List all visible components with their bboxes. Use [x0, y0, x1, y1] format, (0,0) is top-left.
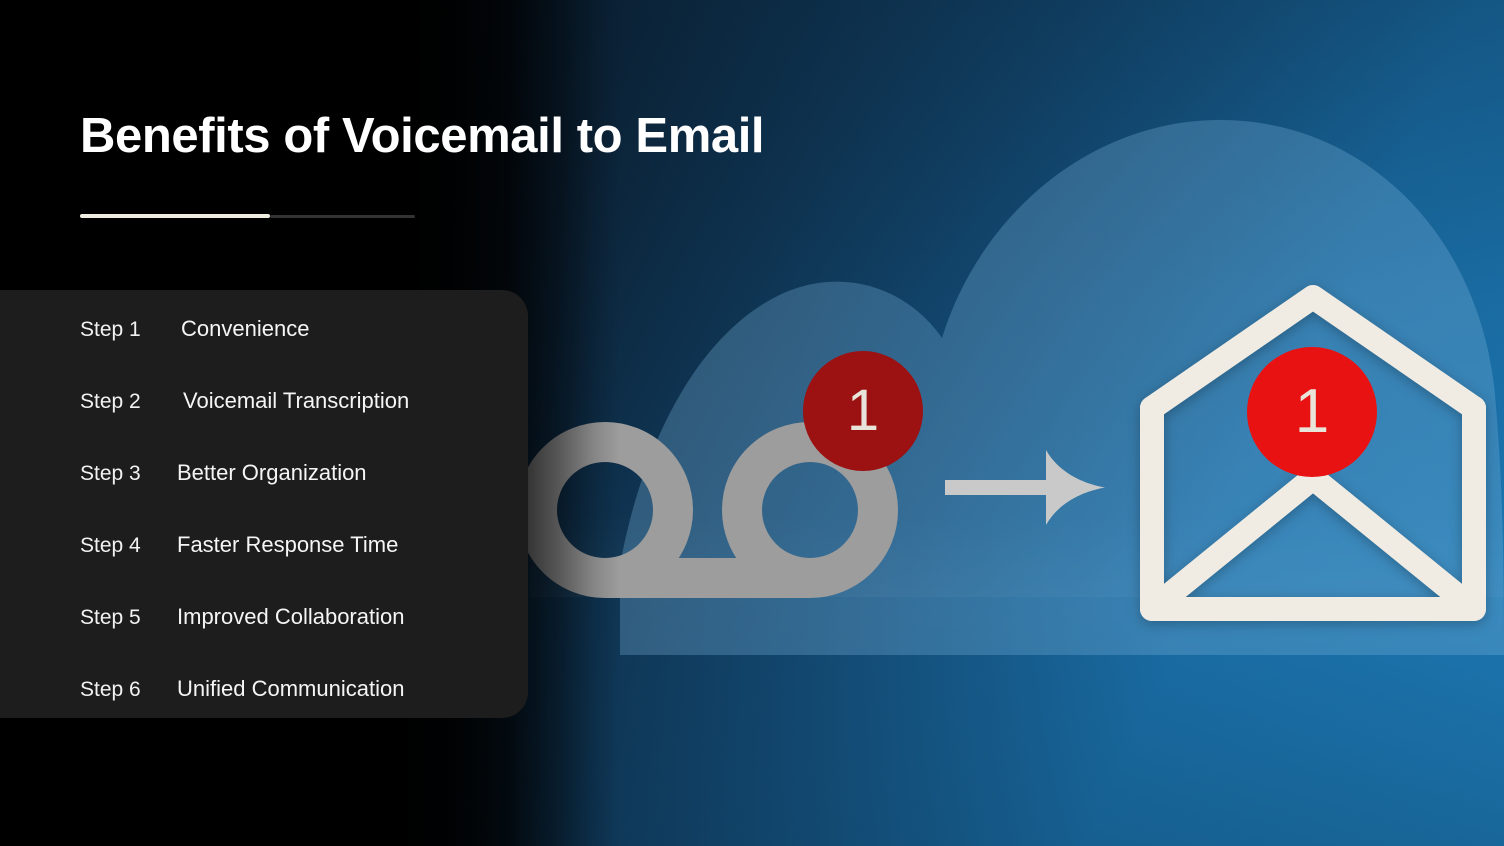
slide-canvas: 1 1 Benefits of Voicemail to Email Step …: [0, 0, 1504, 846]
list-item[interactable]: Step 2 Voicemail Transcription: [80, 388, 409, 414]
steps-list: Step 1 Convenience Step 2 Voicemail Tran…: [0, 290, 528, 718]
step-label: Improved Collaboration: [177, 604, 405, 629]
step-number: Step 6: [80, 678, 141, 701]
step-label: Better Organization: [177, 460, 367, 485]
step-label: Convenience: [181, 316, 310, 341]
list-item[interactable]: Step 5 Improved Collaboration: [80, 604, 404, 630]
step-number: Step 4: [80, 534, 141, 557]
step-number: Step 2: [80, 390, 141, 413]
page-title: Benefits of Voicemail to Email: [80, 109, 765, 163]
list-item[interactable]: Step 3 Better Organization: [80, 460, 367, 486]
step-label: Unified Communication: [177, 676, 405, 701]
divider-fill: [80, 214, 270, 218]
list-item[interactable]: Step 1 Convenience: [80, 316, 309, 342]
list-item[interactable]: Step 4 Faster Response Time: [80, 532, 398, 558]
list-item[interactable]: Step 6 Unified Communication: [80, 676, 404, 702]
step-number: Step 3: [80, 462, 141, 485]
step-label: Voicemail Transcription: [183, 388, 410, 413]
divider-track: [270, 214, 415, 218]
title-divider: [80, 214, 415, 218]
content-layer: Benefits of Voicemail to Email Step 1 Co…: [0, 0, 1504, 846]
step-number: Step 1: [80, 318, 141, 341]
step-number: Step 5: [80, 606, 141, 629]
step-label: Faster Response Time: [177, 532, 399, 557]
steps-card: Step 1 Convenience Step 2 Voicemail Tran…: [0, 290, 528, 718]
